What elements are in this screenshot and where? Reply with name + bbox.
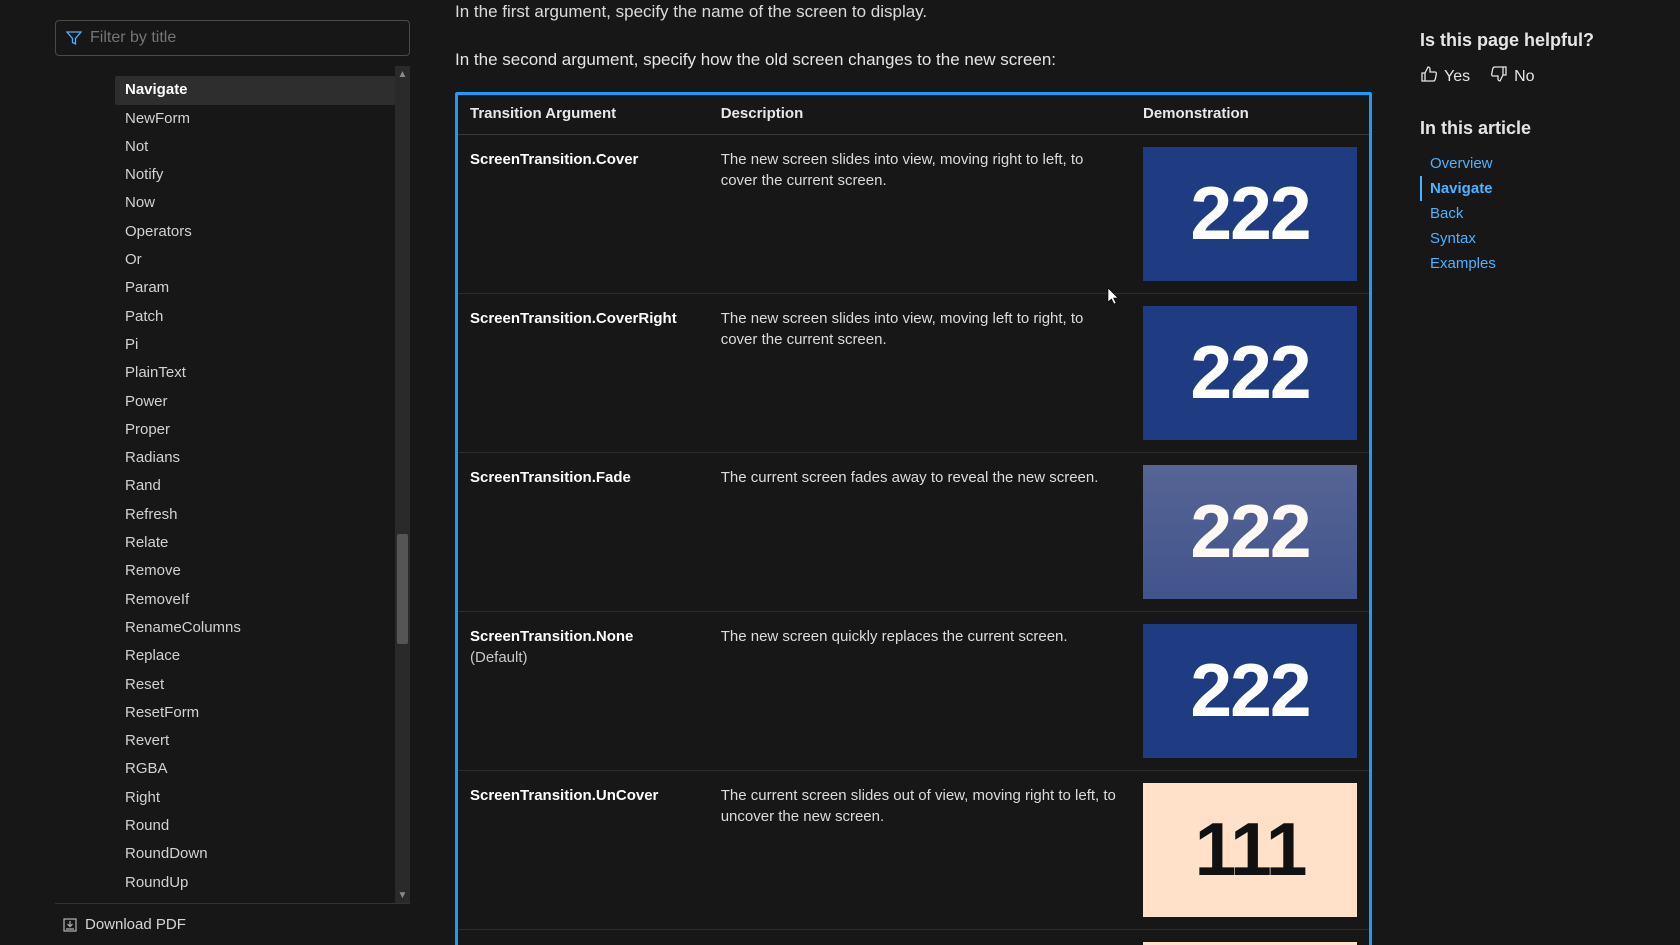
sidebar-item-not[interactable]: Not [115, 133, 395, 161]
toc-title: In this article [1420, 118, 1660, 139]
sidebar-item-plaintext[interactable]: PlainText [115, 359, 395, 387]
nav-scrollbar[interactable]: ▲ ▼ [395, 66, 410, 903]
helpful-yes-button[interactable]: Yes [1420, 65, 1470, 88]
helpful-no-label: No [1514, 68, 1534, 86]
sidebar-item-newform[interactable]: NewForm [115, 105, 395, 133]
transition-description: The new screen slides into view, moving … [709, 293, 1131, 452]
transition-argument: ScreenTransition.None(Default) [458, 611, 709, 770]
transition-demo-cell: 111 [1131, 770, 1369, 929]
sidebar-item-navigate[interactable]: Navigate [115, 76, 395, 104]
sidebar-item-remove[interactable]: Remove [115, 557, 395, 585]
transition-argument: ScreenTransition.Fade [458, 452, 709, 611]
col-header-description: Description [709, 95, 1131, 135]
transition-demo-cell: 222 [1131, 611, 1369, 770]
transition-demo-cell: 222 [1131, 452, 1369, 611]
table-row: ScreenTransition.FadeThe current screen … [458, 452, 1369, 611]
transition-demo-cell: 222 [1131, 293, 1369, 452]
toc-item-overview[interactable]: Overview [1420, 151, 1660, 176]
toc-item-navigate[interactable]: Navigate [1420, 176, 1660, 201]
col-header-demonstration: Demonstration [1131, 95, 1369, 135]
sidebar-item-power[interactable]: Power [115, 388, 395, 416]
demo-tile: 222 [1143, 624, 1357, 758]
sidebar-item-pi[interactable]: Pi [115, 331, 395, 359]
transition-demo-cell [1131, 929, 1369, 945]
sidebar-item-revert[interactable]: Revert [115, 727, 395, 755]
sidebar-item-rgba[interactable]: RGBA [115, 755, 395, 783]
table-row: ScreenTransition.None(Default)The new sc… [458, 611, 1369, 770]
demo-tile: 222 [1143, 465, 1357, 599]
download-icon [63, 918, 77, 932]
main-content: In the first argument, specify the name … [415, 0, 1420, 945]
sidebar-item-resetform[interactable]: ResetForm [115, 699, 395, 727]
scroll-down-icon[interactable]: ▼ [395, 887, 410, 903]
sidebar-item-right[interactable]: Right [115, 784, 395, 812]
helpful-yes-label: Yes [1444, 68, 1470, 86]
filter-icon [66, 30, 82, 46]
transition-demo-cell: 222 [1131, 134, 1369, 293]
transition-argument: ScreenTransition.Cover [458, 134, 709, 293]
left-sidebar: MonthNavigateNewFormNotNotifyNowOperator… [0, 0, 415, 945]
transition-argument: ScreenTransition.UnCover [458, 770, 709, 929]
transition-description: The new screen quickly replaces the curr… [709, 611, 1131, 770]
sidebar-item-now[interactable]: Now [115, 189, 395, 217]
transition-description: The current screen slides out of view, m… [709, 929, 1131, 945]
col-header-argument: Transition Argument [458, 95, 709, 135]
transition-argument: ScreenTransition.UnCoverRight [458, 929, 709, 945]
sidebar-item-operators[interactable]: Operators [115, 218, 395, 246]
download-pdf-label: Download PDF [85, 916, 186, 933]
sidebar-item-refresh[interactable]: Refresh [115, 501, 395, 529]
thumbs-down-icon [1490, 65, 1508, 88]
table-row: ScreenTransition.CoverThe new screen sli… [458, 134, 1369, 293]
demo-tile: 222 [1143, 147, 1357, 281]
transitions-table: Transition Argument Description Demonstr… [458, 95, 1369, 945]
scroll-up-icon[interactable]: ▲ [395, 66, 410, 82]
demo-tile: 222 [1143, 306, 1357, 440]
sidebar-item-notify[interactable]: Notify [115, 161, 395, 189]
intro-paragraph-2: In the second argument, specify how the … [455, 48, 1380, 72]
transition-argument: ScreenTransition.CoverRight [458, 293, 709, 452]
toc-item-examples[interactable]: Examples [1420, 251, 1660, 276]
sidebar-item-roundup[interactable]: RoundUp [115, 869, 395, 897]
demo-tile: 111 [1143, 783, 1357, 917]
sidebar-item-or[interactable]: Or [115, 246, 395, 274]
transition-description: The current screen fades away to reveal … [709, 452, 1131, 611]
sidebar-item-round[interactable]: Round [115, 812, 395, 840]
sidebar-item-rand[interactable]: Rand [115, 472, 395, 500]
filter-input[interactable] [90, 29, 399, 47]
sidebar-item-radians[interactable]: Radians [115, 444, 395, 472]
right-rail: Is this page helpful? Yes No In this [1420, 0, 1680, 945]
sidebar-item-replace[interactable]: Replace [115, 642, 395, 670]
sidebar-item-patch[interactable]: Patch [115, 303, 395, 331]
sidebar-item-renamecolumns[interactable]: RenameColumns [115, 614, 395, 642]
transition-description: The new screen slides into view, moving … [709, 134, 1131, 293]
transitions-table-wrap: Transition Argument Description Demonstr… [455, 92, 1372, 945]
toc-item-syntax[interactable]: Syntax [1420, 226, 1660, 251]
scrollbar-thumb[interactable] [397, 534, 408, 644]
demo-tile [1143, 942, 1357, 945]
transition-description: The current screen slides out of view, m… [709, 770, 1131, 929]
table-row: ScreenTransition.UnCoverRightThe current… [458, 929, 1369, 945]
sidebar-item-param[interactable]: Param [115, 274, 395, 302]
table-row: ScreenTransition.CoverRightThe new scree… [458, 293, 1369, 452]
helpful-no-button[interactable]: No [1490, 65, 1534, 88]
toc-item-back[interactable]: Back [1420, 201, 1660, 226]
sidebar-item-removeif[interactable]: RemoveIf [115, 586, 395, 614]
download-pdf-link[interactable]: Download PDF [55, 903, 410, 945]
sidebar-item-relate[interactable]: Relate [115, 529, 395, 557]
table-row: ScreenTransition.UnCoverThe current scre… [458, 770, 1369, 929]
sidebar-item-rounddown[interactable]: RoundDown [115, 840, 395, 868]
intro-paragraph-1: In the first argument, specify the name … [455, 0, 1380, 24]
sidebar-item-month[interactable]: Month [115, 66, 395, 76]
sidebar-item-proper[interactable]: Proper [115, 416, 395, 444]
sidebar-item-reset[interactable]: Reset [115, 671, 395, 699]
nav-scroll: MonthNavigateNewFormNotNotifyNowOperator… [55, 66, 410, 903]
helpful-question: Is this page helpful? [1420, 30, 1660, 51]
filter-box[interactable] [55, 20, 410, 56]
thumbs-up-icon [1420, 65, 1438, 88]
